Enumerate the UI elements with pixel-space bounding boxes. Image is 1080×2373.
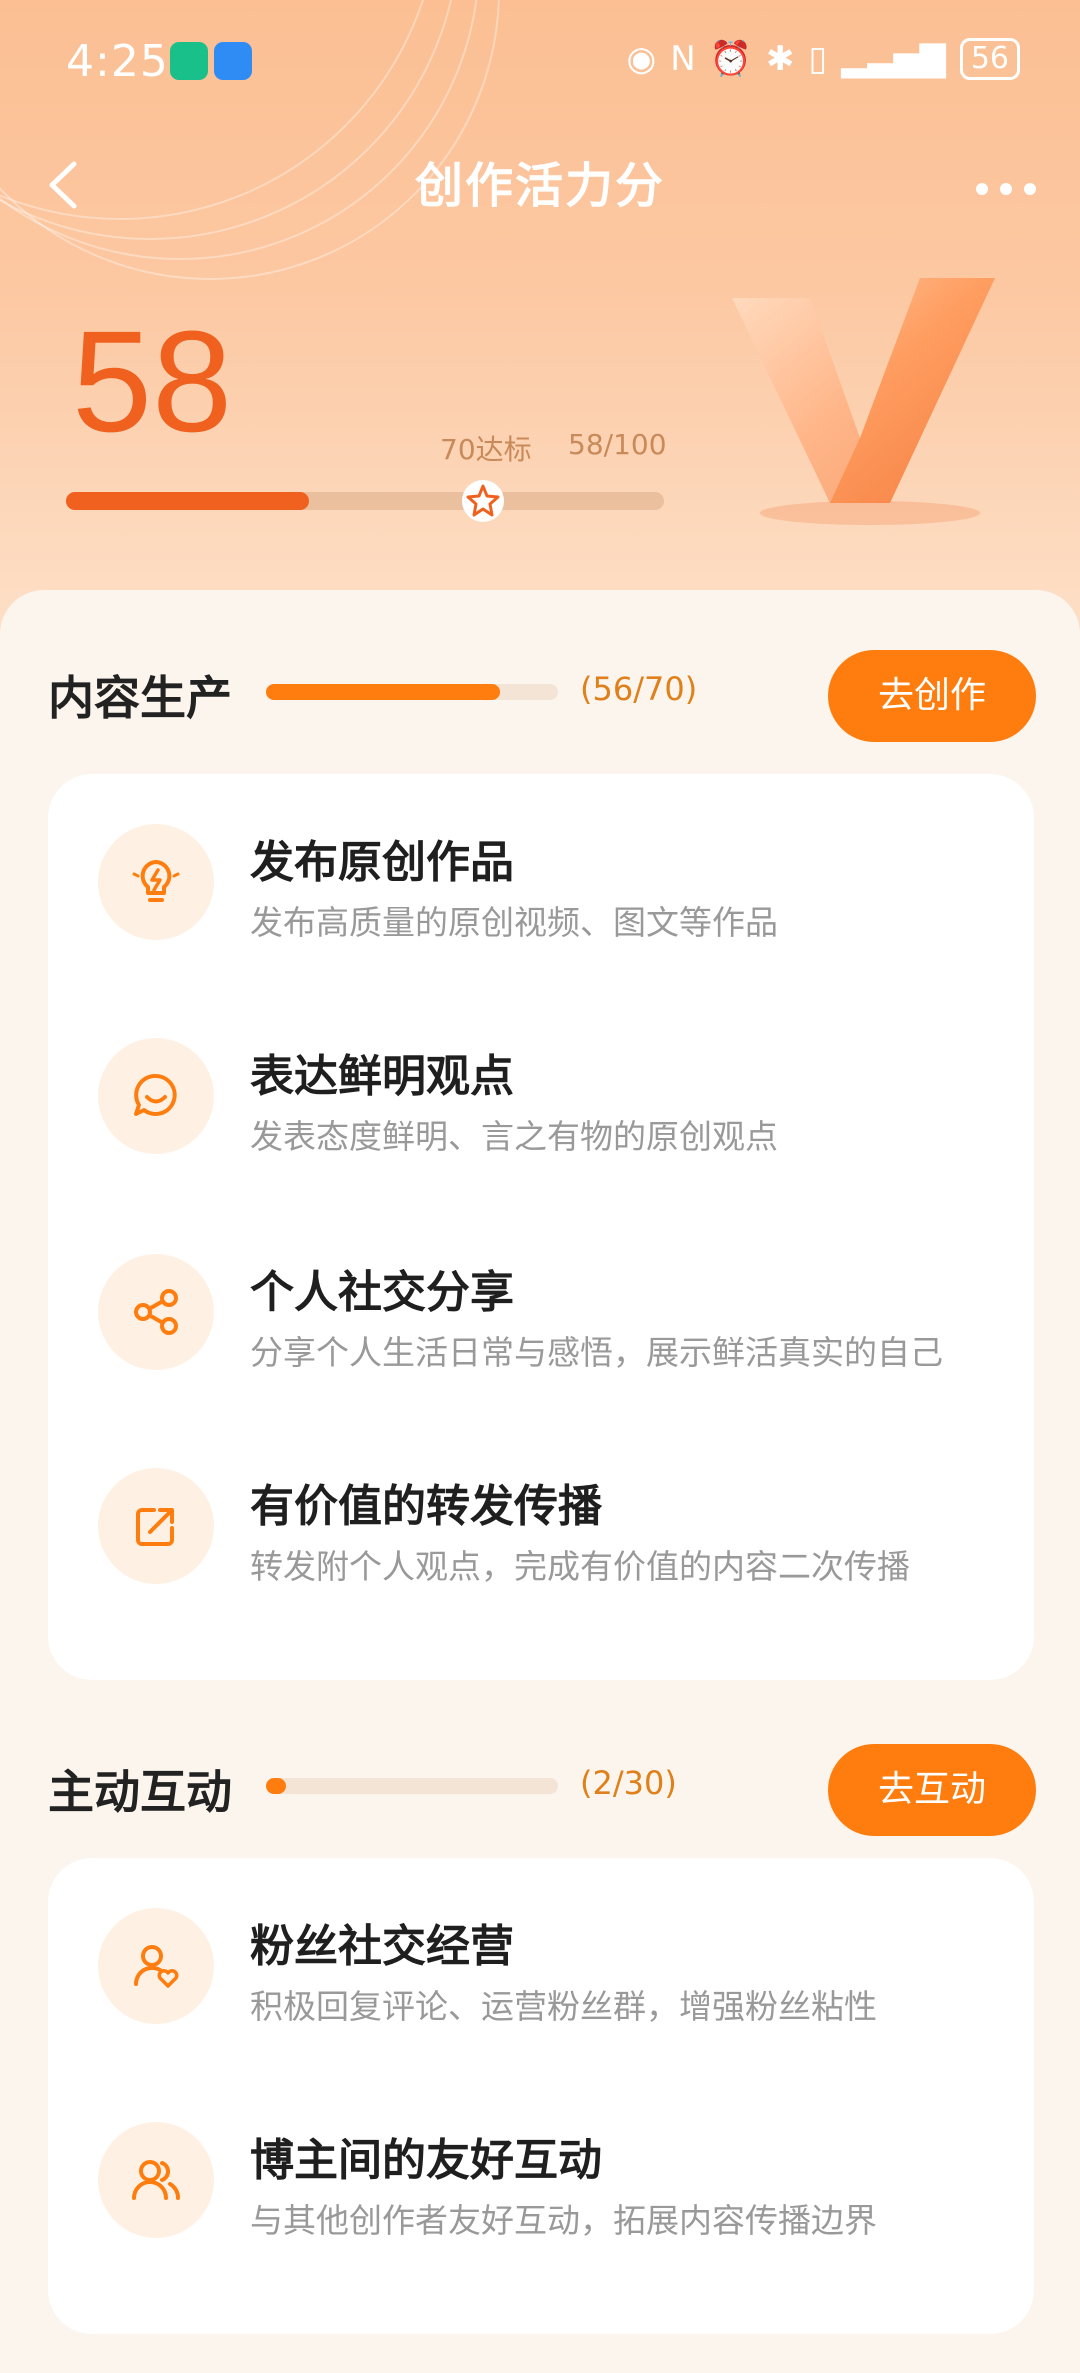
score-ratio-label: 58/100 xyxy=(568,428,667,461)
item-title: 表达鲜明观点 xyxy=(250,1051,514,1102)
vibrate-icon: ▯ xyxy=(808,39,828,79)
item-description: 发表态度鲜明、言之有物的原创观点 xyxy=(250,1117,778,1156)
chat-smile-icon xyxy=(98,1038,214,1154)
v-badge-icon xyxy=(732,278,995,525)
section-count: (56/70) xyxy=(580,670,698,708)
nav-header: 创作活力分 xyxy=(0,140,1080,230)
section-progress-fill xyxy=(266,1778,286,1794)
users-icon xyxy=(98,2122,214,2238)
status-bar: 4:25 ◉ N ⏰ ✱ ▯ ▂▃▅▇ 56 xyxy=(0,28,1080,98)
message-app-icon xyxy=(214,42,252,80)
list-item[interactable]: 博主间的友好互动 与其他创作者友好互动，拓展内容传播边界 xyxy=(48,2086,1034,2286)
go-create-button[interactable]: 去创作 xyxy=(828,650,1036,742)
lightbulb-icon xyxy=(98,824,214,940)
section-title: 主动互动 xyxy=(48,1765,232,1819)
section-count: (2/30) xyxy=(580,1764,677,1802)
alarm-icon: ⏰ xyxy=(709,39,752,79)
nfc-icon: N xyxy=(670,39,696,79)
list-item[interactable]: 表达鲜明观点 发表态度鲜明、言之有物的原创观点 xyxy=(48,1002,1034,1202)
section-progress-bar xyxy=(266,684,558,700)
item-description: 转发附个人观点，完成有价值的内容二次传播 xyxy=(250,1547,910,1586)
item-title: 发布原创作品 xyxy=(250,837,514,888)
user-heart-icon xyxy=(98,1908,214,2024)
signal-icon: ▂▃▅▇ xyxy=(841,39,946,79)
list-item[interactable]: 发布原创作品 发布高质量的原创视频、图文等作品 xyxy=(48,788,1034,988)
item-description: 分享个人生活日常与感悟，展示鲜活真实的自己 xyxy=(250,1333,943,1372)
shield-app-icon xyxy=(170,42,208,80)
item-title: 粉丝社交经营 xyxy=(250,1921,514,1972)
score-target-label: 70达标 xyxy=(440,433,532,466)
section-interaction: 主动互动 (2/30) 去互动 xyxy=(0,1734,1080,1836)
section-content-production: 内容生产 (56/70) 去创作 xyxy=(0,640,1080,742)
eye-icon: ◉ xyxy=(626,39,657,79)
more-icon[interactable] xyxy=(966,152,1046,218)
status-time: 4:25 xyxy=(66,36,169,87)
share-icon xyxy=(98,1254,214,1370)
forward-icon xyxy=(98,1468,214,1584)
score-progress-fill xyxy=(66,492,309,510)
section-title: 内容生产 xyxy=(48,671,232,725)
item-description: 积极回复评论、运营粉丝群，增强粉丝粘性 xyxy=(250,1987,877,2026)
list-item[interactable]: 有价值的转发传播 转发附个人观点，完成有价值的内容二次传播 xyxy=(48,1432,1034,1632)
item-title: 个人社交分享 xyxy=(250,1267,514,1318)
star-icon xyxy=(462,480,504,522)
page-title: 创作活力分 xyxy=(414,158,665,214)
bluetooth-icon: ✱ xyxy=(766,39,795,79)
hero-banner: 4:25 ◉ N ⏰ ✱ ▯ ▂▃▅▇ 56 创作活力分 58 70达标 58/… xyxy=(0,0,1080,640)
score-progress-bar xyxy=(66,492,664,510)
section-progress-fill xyxy=(266,684,500,700)
task-card: 发布原创作品 发布高质量的原创视频、图文等作品 表达鲜明观点 发表态度鲜明、言之… xyxy=(48,774,1034,1680)
list-item[interactable]: 粉丝社交经营 积极回复评论、运营粉丝群，增强粉丝粘性 xyxy=(48,1872,1034,2072)
task-card: 粉丝社交经营 积极回复评论、运营粉丝群，增强粉丝粘性 博主间的友好互动 与其他创… xyxy=(48,1858,1034,2334)
item-title: 有价值的转发传播 xyxy=(250,1481,602,1532)
battery-indicator: 56 xyxy=(959,38,1020,80)
go-interact-button[interactable]: 去互动 xyxy=(828,1744,1036,1836)
list-item[interactable]: 个人社交分享 分享个人生活日常与感悟，展示鲜活真实的自己 xyxy=(48,1218,1034,1418)
section-progress-bar xyxy=(266,1778,558,1794)
item-description: 发布高质量的原创视频、图文等作品 xyxy=(250,903,778,942)
item-title: 博主间的友好互动 xyxy=(250,2135,602,2186)
item-description: 与其他创作者友好互动，拓展内容传播边界 xyxy=(250,2201,877,2240)
score-value: 58 xyxy=(72,301,233,462)
